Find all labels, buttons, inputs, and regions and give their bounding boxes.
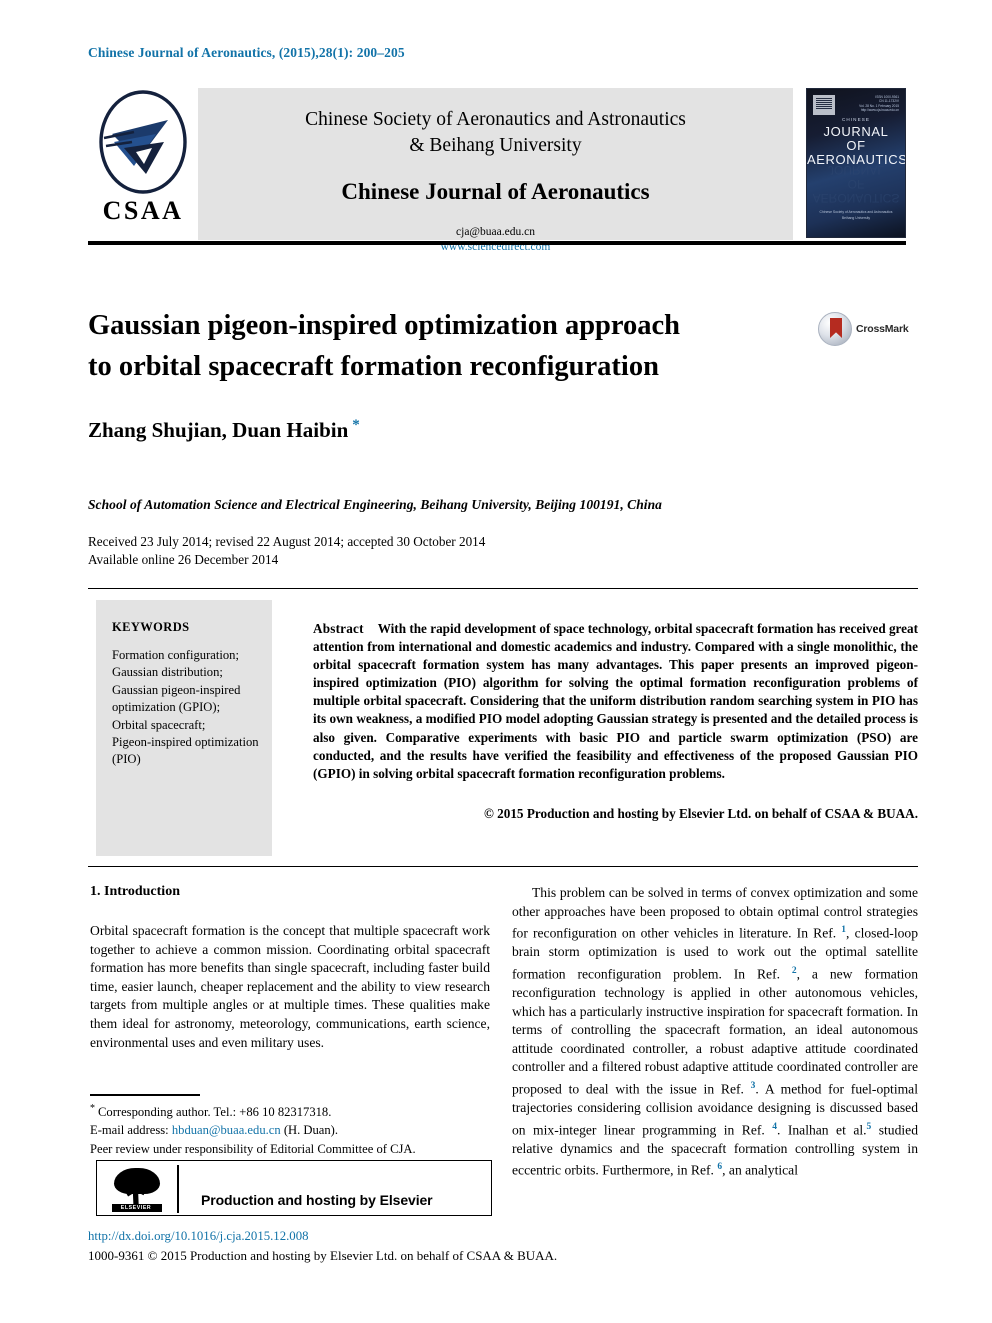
right-column-paragraph: This problem can be solved in terms of c…: [512, 884, 918, 1181]
article-title-line-2: to orbital spacecraft formation reconfig…: [88, 351, 659, 382]
author-names: Zhang Shujian, Duan Haibin: [88, 418, 349, 442]
footnote-star-marker: *: [90, 1103, 95, 1114]
affiliation: School of Automation Science and Electri…: [88, 497, 662, 512]
keywords-list: Formation configuration; Gaussian distri…: [112, 648, 259, 767]
society-line-1: Chinese Society of Aeronautics and Astro…: [305, 109, 686, 130]
body-column-right: This problem can be solved in terms of c…: [512, 884, 918, 1181]
cover-title-line-2: OF: [846, 138, 866, 153]
csaa-logo: CSAA: [88, 88, 198, 238]
footnote-separator: [90, 1094, 200, 1096]
journal-cover-thumbnail: ISSN 1000-9361 CN 11-1732/V Vol. 28 No. …: [806, 88, 906, 238]
cover-title: CHINESE JOURNAL OF AERONAUTICS: [807, 117, 905, 167]
abstract-label: Abstract: [313, 621, 364, 636]
article-history: Received 23 July 2014; revised 22 August…: [88, 533, 485, 569]
footnote-block: * Corresponding author. Tel.: +86 10 8231…: [90, 1100, 490, 1158]
cover-reflection-line-3: JOURNAL: [827, 163, 884, 177]
doi-link[interactable]: http://dx.doi.org/10.1016/j.cja.2015.12.…: [88, 1229, 309, 1244]
cover-title-line-1: JOURNAL: [823, 124, 889, 139]
society-line-2: & Beihang University: [409, 135, 582, 156]
journal-email[interactable]: cja@buaa.edu.cn: [198, 225, 793, 240]
section-heading-introduction: 1. Introduction: [90, 884, 180, 899]
page-title: Gaussian pigeon-inspired optimization ap…: [88, 305, 788, 387]
rc-part-3: , a new formation reconfiguration techno…: [512, 966, 918, 1097]
keywords-panel: KEYWORDS Formation configuration; Gaussi…: [96, 600, 272, 856]
elsevier-logo-word: ELSEVIER: [120, 1205, 152, 1211]
elsevier-tree-logo-icon: ELSEVIER: [111, 1166, 163, 1212]
running-head: Chinese Journal of Aeronautics, (2015),2…: [88, 45, 405, 60]
footnote-corresponding: * Corresponding author. Tel.: +86 10 8231…: [90, 1100, 490, 1122]
rc-part-5: . Inalhan et al.: [777, 1122, 867, 1138]
abstract-copyright: © 2015 Production and hosting by Elsevie…: [484, 806, 918, 821]
footnote-corresponding-text: Corresponding author. Tel.: +86 10 82317…: [98, 1105, 332, 1120]
cover-chinese-label: CHINESE: [841, 117, 871, 122]
csaa-emblem-icon: [99, 90, 187, 194]
corresponding-author-marker: *: [352, 417, 360, 433]
elsevier-banner-text: Production and hosting by Elsevier: [201, 1192, 433, 1208]
body-column-left: 1. Introduction Orbital spacecraft forma…: [90, 884, 490, 1052]
abstract-body: With the rapid development of space tech…: [313, 621, 918, 781]
author-list: Zhang Shujian, Duan Haibin *: [88, 417, 360, 443]
cover-reflection-line-1: AERONAUTICS: [812, 191, 900, 205]
masthead-center-panel: Chinese Society of Aeronautics and Astro…: [198, 88, 793, 253]
footnote-email-line: E-mail address: hbduan@buaa.edu.cn (H. D…: [90, 1122, 490, 1139]
cover-reflection-line-2: OF: [847, 177, 865, 191]
journal-masthead: CSAA Chinese Society of Aeronautics and …: [88, 88, 906, 253]
elsevier-divider: [177, 1165, 179, 1213]
crossmark-badge[interactable]: CrossMark: [818, 312, 922, 346]
crossmark-ribbon-icon: [830, 318, 842, 338]
cover-footer-line-2: Beihang University: [841, 216, 871, 220]
abstract-top-rule: [88, 588, 918, 589]
elsevier-tree-icon: [813, 95, 835, 115]
cover-title-reflection: AERONAUTICS OF JOURNAL: [807, 163, 905, 205]
intro-paragraph: Orbital spacecraft formation is the conc…: [90, 923, 490, 1050]
rc-part-7: , an analytical: [722, 1162, 798, 1178]
crossmark-label: CrossMark: [856, 323, 909, 335]
abstract-text: Abstract With the rapid development of sp…: [313, 620, 918, 783]
cover-issn-block: ISSN 1000-9361 CN 11-1732/V Vol. 28 No. …: [859, 95, 899, 113]
csaa-logo-text: CSAA: [102, 196, 184, 225]
keywords-heading: KEYWORDS: [112, 620, 190, 634]
masthead-bottom-rule: [88, 241, 906, 245]
article-history-line-2: Available online 26 December 2014: [88, 552, 279, 567]
cover-footer: Chinese Society of Aeronautics and Astro…: [807, 209, 905, 221]
article-title-line-1: Gaussian pigeon-inspired optimization ap…: [88, 310, 681, 341]
journal-name: Chinese Journal of Aeronautics: [341, 179, 650, 204]
footnote-email-link[interactable]: hbduan@buaa.edu.cn: [172, 1123, 281, 1137]
crossmark-circle-icon: [818, 312, 852, 346]
article-page: Chinese Journal of Aeronautics, (2015),2…: [0, 0, 992, 1323]
footnote-email-suffix: (H. Duan).: [283, 1122, 339, 1137]
article-history-line-1: Received 23 July 2014; revised 22 August…: [88, 534, 486, 549]
abstract-bottom-rule: [88, 866, 918, 867]
footnote-peer-review: Peer review under responsibility of Edit…: [90, 1142, 416, 1156]
issn-copyright-line: 1000-9361 © 2015 Production and hosting …: [88, 1248, 558, 1263]
elsevier-production-banner: ELSEVIER Production and hosting by Elsev…: [96, 1160, 492, 1216]
footnote-email-label: E-mail address:: [90, 1122, 169, 1137]
